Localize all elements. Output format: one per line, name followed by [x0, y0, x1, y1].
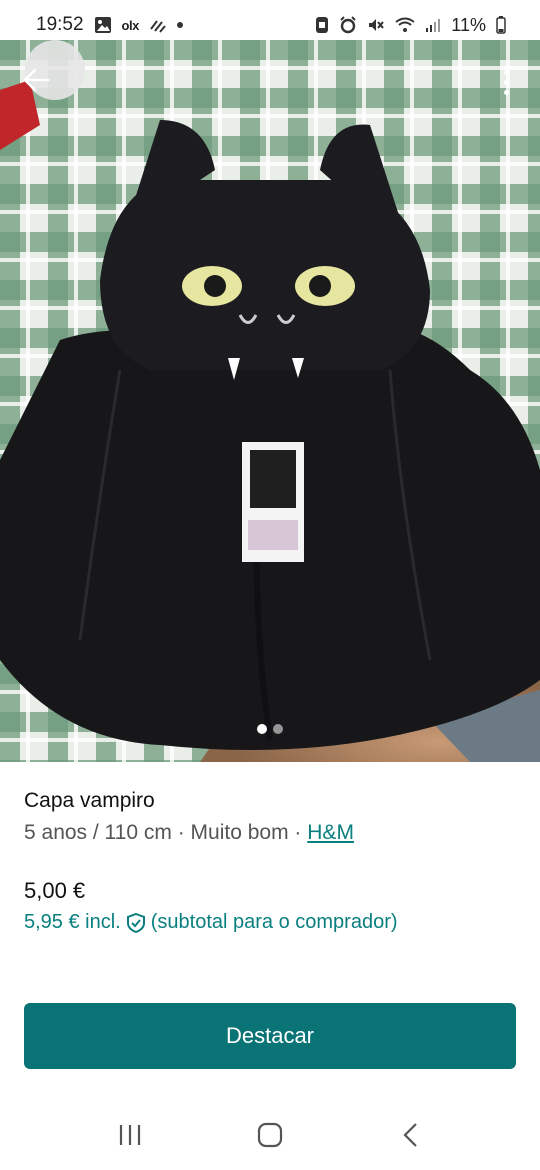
- item-photo[interactable]: [0, 40, 540, 762]
- system-back-button[interactable]: [380, 1110, 440, 1160]
- item-price: 5,00 €: [24, 878, 86, 903]
- dot-icon: [176, 22, 183, 28]
- gallery-icon: [94, 16, 112, 34]
- item-photo-image: [0, 40, 540, 762]
- meta-separator: ·: [288, 821, 308, 844]
- status-time: 19:52: [36, 14, 84, 35]
- status-left: 19:52 olx: [36, 14, 183, 36]
- item-condition: Muito bom: [190, 821, 289, 844]
- back-arrow-icon: [23, 68, 50, 92]
- photo-pager[interactable]: [0, 724, 540, 734]
- meta-separator: ·: [171, 821, 191, 844]
- home-button[interactable]: [240, 1110, 300, 1160]
- buyer-price-info[interactable]: 5,95 € incl. (subtotal para o comprador): [24, 911, 398, 934]
- mute-icon: [367, 16, 385, 34]
- pager-dot[interactable]: [273, 724, 283, 734]
- battery-percent: 11%: [451, 14, 486, 35]
- system-nav-bar: [0, 1100, 540, 1170]
- pager-dot-active[interactable]: [257, 724, 267, 734]
- signal-waves-icon: [149, 17, 167, 33]
- item-brand-link[interactable]: H&M: [307, 821, 354, 845]
- shield-check-icon: [125, 912, 147, 934]
- item-title: Capa vampiro: [24, 789, 155, 812]
- price-incl-value: 5,95 € incl.: [24, 911, 121, 933]
- wifi-icon: [395, 17, 415, 33]
- chevron-left-icon: [403, 1123, 417, 1147]
- status-right: 11%: [315, 15, 506, 36]
- destacar-button[interactable]: Destacar: [24, 1003, 516, 1069]
- battery-icon: [496, 16, 506, 34]
- more-options-button[interactable]: [492, 62, 520, 102]
- item-meta: 5 anos / 110 cm · Muito bom · H&M: [24, 821, 354, 845]
- price-incl-note: (subtotal para o comprador): [150, 911, 398, 933]
- alarm-icon: [339, 16, 357, 34]
- more-dot-icon: [503, 69, 509, 75]
- back-button[interactable]: [18, 62, 54, 98]
- olx-icon: olx: [121, 17, 140, 33]
- lock-app-icon: [315, 16, 329, 34]
- recent-apps-icon: [119, 1125, 141, 1145]
- more-dot-icon: [503, 79, 509, 85]
- more-dot-icon: [503, 89, 509, 95]
- home-icon: [257, 1122, 283, 1148]
- recent-apps-button[interactable]: [100, 1110, 160, 1160]
- item-size: 5 anos / 110 cm: [24, 821, 172, 844]
- cell-signal-icon: [425, 17, 441, 33]
